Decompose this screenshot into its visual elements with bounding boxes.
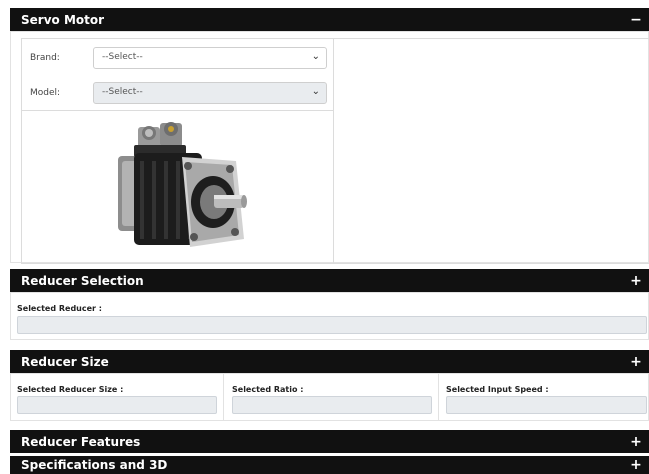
reducer-selection-body: Selected Reducer : <box>10 292 649 340</box>
selected-ratio-field[interactable] <box>232 396 432 414</box>
selected-reducer-label: Selected Reducer : <box>17 304 102 313</box>
specifications-title: Specifications and 3D <box>21 458 168 472</box>
selected-input-speed-label: Selected Input Speed : <box>446 385 549 394</box>
model-select[interactable]: --Select-- ⌄ <box>93 82 327 104</box>
brand-select-value: --Select-- <box>102 52 143 62</box>
reducer-features-title: Reducer Features <box>21 434 141 449</box>
selected-ratio-label: Selected Ratio : <box>232 385 304 394</box>
expand-icon[interactable]: + <box>629 458 643 472</box>
servo-details-area <box>334 38 649 264</box>
reducer-selection-header[interactable]: Reducer Selection + <box>10 269 649 292</box>
expand-icon[interactable]: + <box>629 274 643 288</box>
reducer-size-body: Selected Reducer Size : Selected Ratio :… <box>10 373 649 421</box>
model-select-value: --Select-- <box>102 87 143 97</box>
brand-select[interactable]: --Select-- ⌄ <box>93 47 327 69</box>
reducer-size-header[interactable]: Reducer Size + <box>10 350 649 373</box>
expand-icon[interactable]: + <box>629 355 643 369</box>
column-divider <box>438 374 439 420</box>
servo-motor-illustration <box>118 122 247 247</box>
selected-reducer-size-field[interactable] <box>17 396 217 414</box>
selected-reducer-size-label: Selected Reducer Size : <box>17 385 124 394</box>
specifications-header[interactable]: Specifications and 3D + <box>10 456 649 474</box>
reducer-size-title: Reducer Size <box>21 354 109 369</box>
selected-input-speed-field[interactable] <box>446 396 647 414</box>
servo-motor-body: Brand: --Select-- ⌄ Model: --Select-- ⌄ <box>10 31 649 264</box>
collapse-icon[interactable]: − <box>629 13 643 27</box>
chevron-down-icon: ⌄ <box>311 86 320 97</box>
model-row: Model: --Select-- ⌄ <box>22 80 333 114</box>
column-divider <box>223 374 224 420</box>
selected-reducer-field[interactable] <box>17 316 647 334</box>
model-label: Model: <box>30 88 61 98</box>
servo-motor-header[interactable]: Servo Motor − <box>10 8 649 31</box>
brand-row: Brand: --Select-- ⌄ <box>22 45 333 79</box>
reducer-selection-title: Reducer Selection <box>21 273 144 288</box>
servo-motor-title: Servo Motor <box>21 12 105 27</box>
expand-icon[interactable]: + <box>629 435 643 449</box>
brand-label: Brand: <box>30 53 60 63</box>
servo-motor-image <box>22 110 333 263</box>
chevron-down-icon: ⌄ <box>311 51 320 62</box>
reducer-features-header[interactable]: Reducer Features + <box>10 430 649 453</box>
servo-form: Brand: --Select-- ⌄ Model: --Select-- ⌄ <box>21 38 334 264</box>
